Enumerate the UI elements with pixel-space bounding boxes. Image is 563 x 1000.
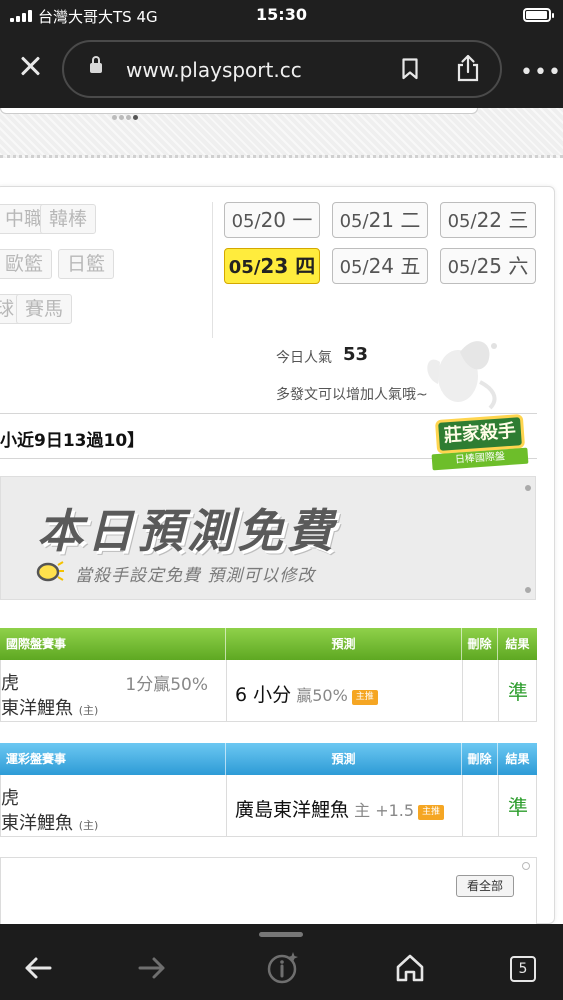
header-result: 結果 — [505, 637, 530, 651]
address-bar[interactable]: www.playsport.cc — [62, 40, 502, 98]
date-0520[interactable]: 05/20 一 — [224, 202, 320, 238]
lightbulb-icon — [36, 561, 64, 582]
date-0524[interactable]: 05/24 五 — [332, 248, 428, 284]
date-0525[interactable]: 05/25 六 — [440, 248, 536, 284]
prediction-text: 廣島東洋鯉魚 主 +1.5 主推 — [235, 795, 445, 822]
header-delete: 刪除 — [462, 743, 498, 775]
header-prediction: 預測 — [226, 743, 462, 775]
header-result: 結果 — [505, 752, 530, 766]
status-bar: 台灣大哥大TS 4G 15:30 — [0, 0, 563, 32]
table-row: 虎 東洋鯉魚 (主) 廣島東洋鯉魚 主 +1.5 主推 準 — [0, 775, 537, 837]
banner-title: 本日預測免費 — [37, 504, 337, 558]
home-indicator — [259, 932, 303, 937]
free-prediction-banner: 本日預測免費 當殺手設定免費 預測可以修改 — [0, 476, 536, 600]
home-icon[interactable] — [388, 946, 432, 990]
team-away: 虎 — [1, 673, 19, 694]
header-tab-edge — [0, 108, 478, 114]
forward-arrow-icon[interactable] — [130, 946, 174, 990]
back-arrow-icon[interactable] — [16, 946, 60, 990]
header-pattern-strip — [0, 108, 563, 158]
banner-corner-dot — [525, 485, 531, 491]
header-game: 運彩盤賽事 — [0, 743, 226, 775]
header-prediction: 預測 — [226, 628, 462, 660]
close-icon[interactable] — [16, 52, 44, 80]
table-header: 運彩盤賽事 預測 刪除 結果 — [0, 743, 537, 775]
status-time: 15:30 — [256, 5, 307, 24]
tabs-count: 5 — [510, 956, 536, 982]
sparkle-info-icon[interactable] — [260, 946, 304, 990]
result-cell: 準 — [499, 775, 537, 836]
category-jp-basketball[interactable]: 日籃 — [58, 249, 115, 279]
battery-icon — [523, 8, 554, 22]
result-text: 準 — [508, 795, 528, 819]
date-0523[interactable]: 05/23 四 — [224, 248, 320, 284]
sports-lottery-prediction-table: 運彩盤賽事 預測 刪除 結果 虎 東洋鯉魚 (主) 廣島東洋鯉魚 主 +1.5 主… — [0, 743, 537, 837]
popularity-value: 53 — [343, 344, 369, 365]
table-header: 國際盤賽事 預測 刪除 結果 — [0, 628, 537, 660]
category-kbo[interactable]: 韓棒 — [40, 204, 97, 234]
browser-toolbar: 5 — [0, 924, 563, 1000]
result-cell: 準 — [499, 660, 537, 721]
category-date-divider — [212, 202, 213, 338]
prediction-text: 6 小分 贏50% 主推 — [235, 680, 378, 707]
game-cell: 虎 東洋鯉魚 (主) 1分贏50% — [1, 660, 227, 721]
battery-level — [526, 11, 547, 19]
category-horse-racing[interactable]: 賽馬 — [16, 294, 73, 324]
popularity-hint: 多發文可以增加人氣哦~ — [276, 387, 428, 403]
team-home: 東洋鯉魚 (主) — [1, 698, 99, 719]
header-delete: 刪除 — [462, 628, 498, 660]
category-euro-basketball[interactable]: 歐籃 — [0, 249, 53, 279]
international-prediction-table: 國際盤賽事 預測 刪除 結果 虎 東洋鯉魚 (主) 1分贏50% 6 小分 贏5… — [0, 628, 537, 722]
bookmark-icon[interactable] — [402, 58, 418, 80]
record-text: 小近9日13過10】 — [0, 431, 145, 451]
share-icon[interactable] — [456, 54, 480, 82]
team-home: 東洋鯉魚 (主) — [1, 813, 99, 834]
table-row: 虎 東洋鯉魚 (主) 1分贏50% 6 小分 贏50% 主推 準 — [0, 660, 537, 722]
browser-chrome: 台灣大哥大TS 4G 15:30 www.playsport.cc ••• — [0, 0, 563, 108]
carousel-dots[interactable] — [112, 115, 138, 120]
more-icon[interactable]: ••• — [520, 60, 562, 85]
tabs-icon[interactable]: 5 — [500, 946, 544, 990]
main-pick-tag: 主推 — [418, 805, 445, 820]
team-away: 虎 — [1, 788, 19, 809]
prediction-cell: 6 小分 贏50% 主推 — [227, 660, 463, 721]
fairy-deco-icon — [427, 341, 497, 410]
killer-badge: 莊家殺手 日棒國際盤 — [430, 413, 530, 471]
result-text: 準 — [508, 680, 528, 704]
header-game: 國際盤賽事 — [0, 628, 226, 660]
lock-icon — [90, 56, 102, 76]
url-text: www.playsport.cc — [126, 58, 302, 82]
history-box-dot — [522, 862, 530, 870]
banner-corner-dot — [525, 587, 531, 593]
odds-text: 1分贏50% — [125, 675, 208, 695]
view-all-button[interactable]: 看全部 — [456, 875, 514, 897]
banner-subtitle: 當殺手設定免費 預測可以修改 — [75, 566, 316, 586]
main-pick-tag: 主推 — [351, 690, 378, 705]
date-0521[interactable]: 05/21 二 — [332, 202, 428, 238]
game-cell: 虎 東洋鯉魚 (主) — [1, 775, 227, 836]
date-0522[interactable]: 05/22 三 — [440, 202, 536, 238]
delete-cell[interactable] — [463, 775, 499, 836]
delete-cell[interactable] — [463, 660, 499, 721]
popularity-label: 今日人氣 — [276, 350, 332, 366]
prediction-cell: 廣島東洋鯉魚 主 +1.5 主推 — [227, 775, 463, 836]
